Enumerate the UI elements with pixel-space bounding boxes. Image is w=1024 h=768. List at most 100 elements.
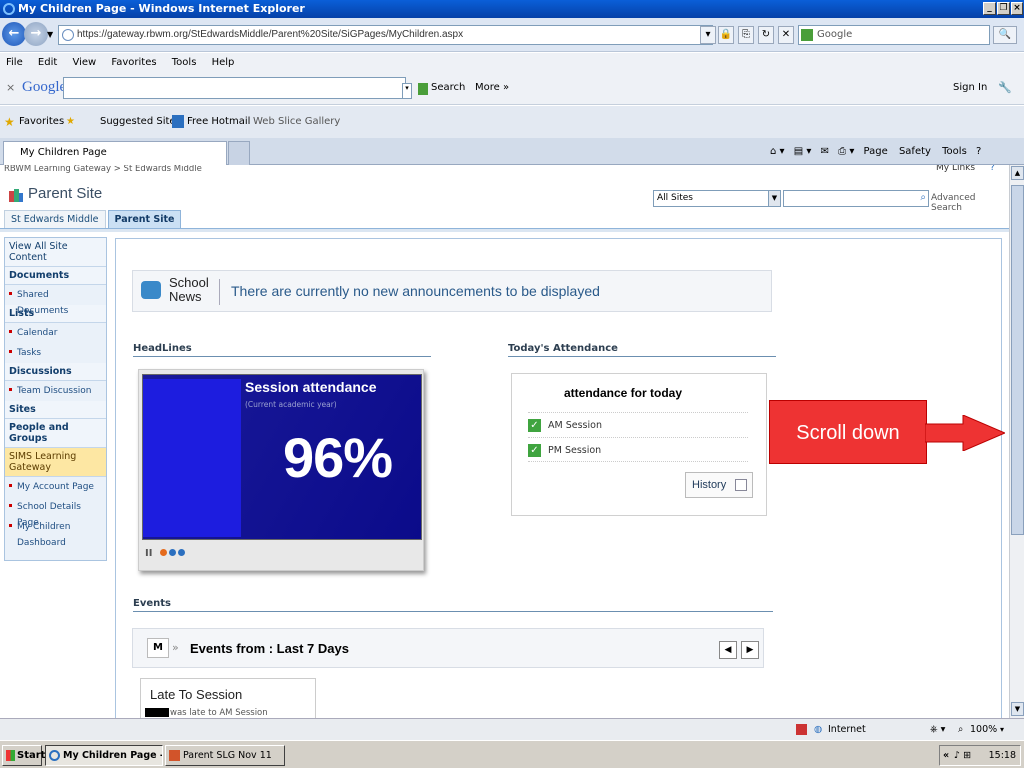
- task-ie-window[interactable]: My Children Page - Wi...: [45, 745, 163, 766]
- school-details-link[interactable]: School Details Page: [5, 497, 106, 528]
- address-dropdown-icon[interactable]: ▾: [700, 26, 716, 44]
- history-button[interactable]: History: [685, 472, 753, 498]
- tab-st-edwards[interactable]: St Edwards Middle: [4, 210, 106, 228]
- clock[interactable]: 15:18: [989, 750, 1016, 761]
- hotmail-link[interactable]: Free Hotmail: [187, 106, 250, 138]
- menu-tools[interactable]: Tools: [172, 57, 197, 68]
- headline-slide[interactable]: Session attendance (Current academic yea…: [142, 374, 422, 540]
- breadcrumb[interactable]: RBWM Learning Gateway > St Edwards Middl…: [0, 165, 1009, 177]
- suggested-sites-link[interactable]: Suggested Sites: [100, 106, 181, 138]
- address-url: https://gateway.rbwm.org/StEdwardsMiddle…: [77, 29, 464, 40]
- event-card[interactable]: Late To Session was late to AM Session: [140, 678, 316, 718]
- menu-edit[interactable]: Edit: [38, 57, 57, 68]
- help-icon[interactable]: ?: [976, 146, 981, 157]
- address-bar[interactable]: https://gateway.rbwm.org/StEdwardsMiddle…: [58, 25, 713, 45]
- web-slice-gallery-link[interactable]: Web Slice Gallery: [253, 106, 340, 138]
- callout-arrow-icon: [925, 415, 1005, 451]
- stop-icon[interactable]: ✕: [778, 26, 794, 44]
- window-title-bar: My Children Page - Windows Internet Expl…: [0, 0, 1024, 18]
- menu-view[interactable]: View: [72, 57, 96, 68]
- my-account-link[interactable]: My Account Page: [5, 477, 106, 497]
- google-more-button[interactable]: More »: [475, 82, 509, 93]
- task-powerpoint[interactable]: Parent SLG Nov 11: [165, 745, 285, 766]
- vertical-scrollbar[interactable]: ▲ ▼: [1009, 165, 1024, 718]
- tab-my-children[interactable]: My Children Page: [3, 141, 227, 165]
- my-links-menu[interactable]: My Links: [936, 165, 975, 173]
- add-favorite-icon[interactable]: ★: [66, 106, 75, 138]
- help-question-icon[interactable]: ?: [990, 165, 995, 173]
- tray-icons[interactable]: ♪ ⊞: [954, 746, 971, 765]
- slide-dot-1[interactable]: [159, 549, 167, 556]
- scroll-thumb[interactable]: [1011, 185, 1024, 535]
- lock-icon[interactable]: 🔒: [718, 26, 734, 44]
- menu-favorites[interactable]: Favorites: [111, 57, 156, 68]
- google-signin[interactable]: Sign In: [953, 82, 987, 93]
- people-groups-heading[interactable]: People and Groups: [5, 419, 106, 448]
- safety-menu[interactable]: Safety: [899, 146, 931, 157]
- scroll-up-button[interactable]: ▲: [1011, 166, 1024, 180]
- site-search-icon[interactable]: ⌕: [920, 192, 926, 203]
- refresh-icon[interactable]: ↻: [758, 26, 774, 44]
- minimize-button[interactable]: _: [983, 2, 996, 15]
- events-chevron-icon: »: [172, 641, 179, 654]
- tab-parent-site[interactable]: Parent Site: [107, 210, 182, 228]
- google-search-button[interactable]: Search: [431, 82, 465, 93]
- scope-dropdown-icon[interactable]: ▼: [768, 191, 780, 206]
- tools-menu[interactable]: Tools: [942, 146, 967, 157]
- slide-dot-2[interactable]: [168, 549, 176, 556]
- protected-mode-icon[interactable]: ⎈ ▾: [930, 719, 945, 741]
- task-label-ppt: Parent SLG Nov 11: [183, 750, 272, 761]
- search-go-button[interactable]: 🔍: [993, 26, 1017, 44]
- events-prev-button[interactable]: ◀: [719, 641, 737, 659]
- sims-gateway-heading[interactable]: SIMS Learning Gateway: [5, 448, 106, 477]
- pause-button[interactable]: II: [145, 548, 152, 559]
- favorites-button[interactable]: Favorites: [19, 106, 64, 138]
- calendar-link[interactable]: Calendar: [5, 323, 106, 343]
- my-children-dashboard-link[interactable]: My Children Dashboard: [5, 517, 106, 548]
- advanced-search-link[interactable]: Advanced Search: [931, 193, 1009, 213]
- zoom-dropdown-icon[interactable]: ▾: [1000, 719, 1004, 741]
- forward-button[interactable]: →: [24, 22, 48, 46]
- search-input[interactable]: Google: [798, 25, 990, 45]
- site-search-input[interactable]: ⌕: [783, 190, 929, 207]
- tasks-link[interactable]: Tasks: [5, 343, 106, 363]
- blocked-icon[interactable]: [796, 724, 807, 735]
- news-speech-icon: [141, 281, 161, 299]
- view-all-content-link[interactable]: View All Site Content: [5, 238, 106, 267]
- discussions-heading[interactable]: Discussions: [5, 363, 106, 381]
- menu-help[interactable]: Help: [212, 57, 235, 68]
- start-button[interactable]: Start: [2, 745, 45, 766]
- compatibility-icon[interactable]: ⎘: [738, 26, 754, 44]
- zone-label[interactable]: Internet: [828, 719, 866, 741]
- events-next-button[interactable]: ▶: [741, 641, 759, 659]
- documents-heading[interactable]: Documents: [5, 267, 106, 285]
- back-button[interactable]: ←: [2, 22, 26, 46]
- events-menu-icon[interactable]: M: [147, 638, 169, 658]
- sites-heading[interactable]: Sites: [5, 401, 106, 419]
- close-window-button[interactable]: ×: [1011, 2, 1023, 15]
- tray-expand-icon[interactable]: «: [943, 746, 949, 765]
- search-scope-select[interactable]: All Sites ▼: [653, 190, 781, 207]
- home-icon[interactable]: ⌂ ▾: [770, 146, 785, 157]
- team-discussion-link[interactable]: Team Discussion: [5, 381, 106, 401]
- menu-file[interactable]: File: [6, 57, 23, 68]
- page-menu[interactable]: Page: [864, 146, 888, 157]
- new-tab-button[interactable]: [228, 141, 250, 165]
- mail-icon[interactable]: ✉: [821, 146, 829, 157]
- slide-dot-3[interactable]: [177, 549, 185, 556]
- event-card-title: Late To Session: [150, 687, 243, 702]
- shared-documents-link[interactable]: Shared Documents: [5, 285, 106, 316]
- zoom-level[interactable]: 100%: [970, 719, 997, 741]
- am-session-label: AM Session: [548, 420, 602, 431]
- wrench-icon[interactable]: 🔧: [998, 81, 1012, 94]
- history-dropdown-icon[interactable]: ▼: [47, 30, 53, 39]
- print-icon[interactable]: ⎙ ▾: [838, 146, 854, 157]
- scroll-down-button[interactable]: ▼: [1011, 702, 1024, 716]
- google-search-field[interactable]: [63, 77, 406, 99]
- google-dropdown-icon[interactable]: ▾: [402, 83, 412, 99]
- feeds-icon[interactable]: ▤ ▾: [794, 146, 812, 157]
- window-title: My Children Page - Windows Internet Expl…: [18, 2, 305, 15]
- tab-title: My Children Page: [20, 147, 107, 158]
- close-toolbar-icon[interactable]: ×: [6, 81, 15, 94]
- restore-button[interactable]: ❐: [997, 2, 1010, 15]
